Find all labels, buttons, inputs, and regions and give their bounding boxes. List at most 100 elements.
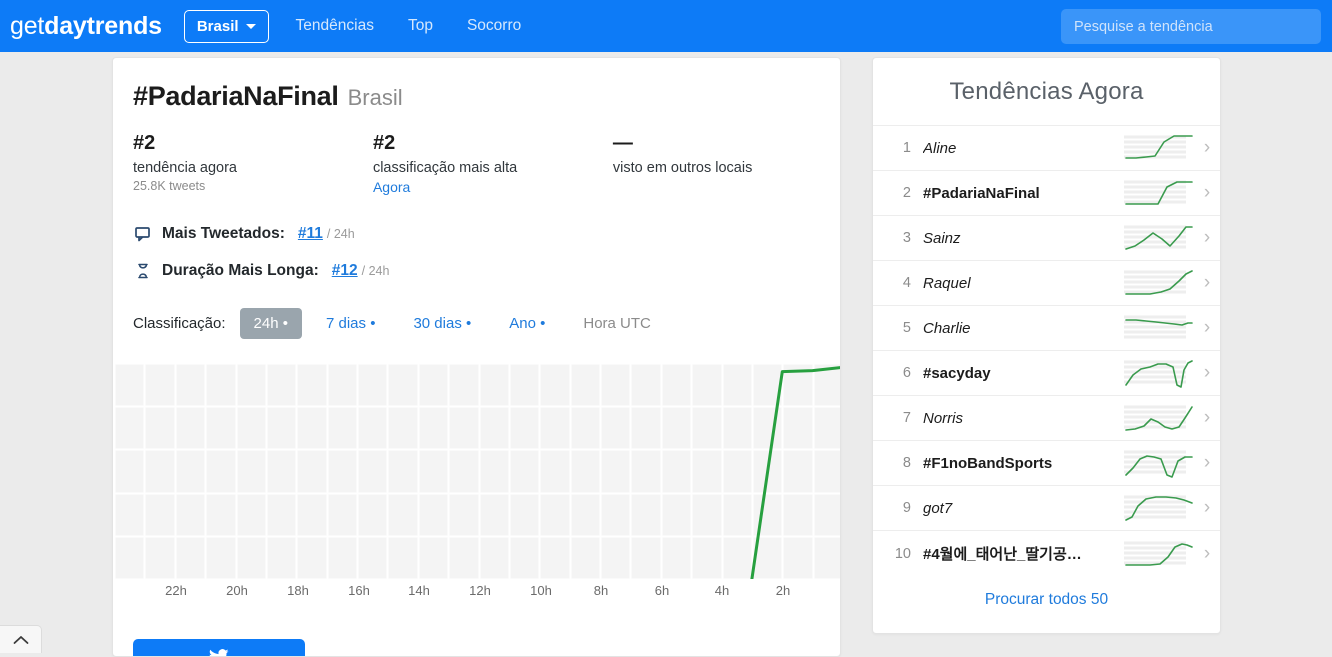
list-item-label: got7 (923, 500, 1124, 517)
rank-period-most-tweeted: / 24h (327, 227, 355, 241)
sparkline-icon (1124, 222, 1194, 254)
sparkline-icon (1124, 267, 1194, 299)
nav-link-socorro[interactable]: Socorro (467, 17, 521, 35)
list-item-label: Sainz (923, 230, 1124, 247)
list-item[interactable]: 8#F1noBandSports› (873, 441, 1220, 486)
list-item-label: #F1noBandSports (923, 455, 1124, 472)
search-input[interactable] (1061, 9, 1321, 44)
comment-icon (133, 224, 153, 244)
tab-ano[interactable]: Ano • (495, 308, 559, 339)
list-item-rank: 5 (885, 320, 911, 336)
list-item[interactable]: 10 #4월에_태어난_딸기공… › (873, 531, 1220, 576)
chart-x-tick: 4h (715, 583, 729, 598)
trending-now-card: Tendências Agora 1Aline›2#PadariaNaFinal… (872, 57, 1221, 634)
stat-current-rank-label: tendência agora (133, 160, 373, 176)
chart-x-tick: 12h (469, 583, 491, 598)
trending-now-title: Tendências Agora (873, 58, 1220, 126)
chart-svg (114, 363, 841, 579)
chevron-right-icon: › (1194, 137, 1220, 159)
nav-link-tendencias[interactable]: Tendências (296, 17, 374, 35)
stat-highest-rank-time-link[interactable]: Agora (373, 179, 410, 195)
list-item-rank: 9 (885, 500, 911, 516)
sparkline-icon (1124, 447, 1194, 479)
classification-label: Classificação: (133, 315, 226, 332)
list-item-label: Aline (923, 140, 1124, 157)
sparkline-icon (1124, 402, 1194, 434)
logo-text-daytrends: daytrends (44, 12, 162, 40)
list-item[interactable]: 1 Aline › (873, 126, 1220, 171)
chart-x-tick: 2h (776, 583, 790, 598)
scroll-to-top-button[interactable] (0, 625, 42, 653)
stat-highest-rank: #2 classificação mais alta Agora (373, 131, 613, 197)
list-item-rank: 3 (885, 230, 911, 246)
tab-30-dias[interactable]: 30 dias • (399, 308, 485, 339)
classification-tabs: Classificação: 24h • 7 dias • 30 dias • … (133, 308, 840, 339)
trend-stats: #2 tendência agora 25.8K tweets #2 class… (133, 131, 840, 197)
tweet-share-button[interactable] (133, 639, 305, 657)
list-item-label: Charlie (923, 320, 1124, 337)
trending-now-footer: Procurar todos 50 (873, 576, 1220, 624)
rank-label-most-tweeted: Mais Tweetados: (162, 225, 285, 243)
chevron-down-icon (246, 24, 256, 29)
logo-text-get: get (10, 12, 44, 40)
chart-x-tick: 6h (655, 583, 669, 598)
list-item-rank: 4 (885, 275, 911, 291)
sparkline-icon (1124, 492, 1194, 524)
list-item-rank: 1 (885, 140, 911, 156)
chevron-right-icon: › (1194, 497, 1220, 519)
list-item-label: Raquel (923, 275, 1124, 292)
list-item-rank: 6 (885, 365, 911, 381)
chart-x-axis: 22h20h18h16h14h12h10h8h6h4h2h (114, 583, 841, 607)
rank-row-longest-duration: Duração Mais Longa: #12 / 24h (133, 261, 840, 281)
rank-label-longest-duration: Duração Mais Longa: (162, 262, 319, 280)
list-item-rank: 10 (885, 546, 911, 562)
stat-current-rank-value: #2 (133, 131, 373, 156)
tab-7-dias[interactable]: 7 dias • (312, 308, 389, 339)
chevron-right-icon: › (1194, 407, 1220, 429)
sparkline-icon (1124, 312, 1194, 344)
rank-row-most-tweeted: Mais Tweetados: #11 / 24h (133, 224, 840, 244)
chevron-right-icon: › (1194, 227, 1220, 249)
list-item-label: #sacyday (923, 365, 1124, 382)
chevron-right-icon: › (1194, 182, 1220, 204)
trend-location: Brasil (348, 85, 403, 111)
sparkline-icon (1124, 177, 1194, 209)
sparkline-icon (1124, 132, 1194, 164)
stat-tweet-count: 25.8K tweets (133, 179, 373, 193)
sparkline-icon (1124, 357, 1194, 389)
list-item-label: #4월에_태어난_딸기공… (923, 543, 1124, 564)
rank-value-longest-duration[interactable]: #12 (332, 262, 358, 280)
list-item[interactable]: 7Norris› (873, 396, 1220, 441)
hourglass-icon (133, 261, 153, 281)
primary-nav: Tendências Top Socorro (296, 17, 522, 35)
chevron-right-icon: › (1194, 362, 1220, 384)
list-item[interactable]: 3 Sainz › (873, 216, 1220, 261)
list-item[interactable]: 2#PadariaNaFinal› (873, 171, 1220, 216)
list-item[interactable]: 5 Charlie › (873, 306, 1220, 351)
chart-x-tick: 20h (226, 583, 248, 598)
list-item-label: #PadariaNaFinal (923, 185, 1124, 202)
site-logo[interactable]: getdaytrends (10, 12, 162, 41)
nav-link-top[interactable]: Top (408, 17, 433, 35)
chart-x-tick: 10h (530, 583, 552, 598)
list-item[interactable]: 4 Raquel › (873, 261, 1220, 306)
chevron-right-icon: › (1194, 452, 1220, 474)
browse-all-link[interactable]: Procurar todos 50 (985, 591, 1108, 609)
chevron-right-icon: › (1194, 272, 1220, 294)
sparkline-icon (1124, 538, 1194, 570)
chevron-right-icon: › (1194, 543, 1220, 565)
top-navbar: getdaytrends Brasil Tendências Top Socor… (0, 0, 1332, 52)
list-item[interactable]: 9 got7 › (873, 486, 1220, 531)
chart-x-tick: 22h (165, 583, 187, 598)
stat-highest-rank-value: #2 (373, 131, 613, 156)
chart-plot-area (114, 363, 841, 579)
list-item[interactable]: 6 #sacyday › (873, 351, 1220, 396)
chevron-right-icon: › (1194, 317, 1220, 339)
rank-value-most-tweeted[interactable]: #11 (298, 225, 323, 243)
tab-24h[interactable]: 24h • (240, 308, 302, 339)
stat-seen-elsewhere: — visto em outros locais (613, 131, 840, 197)
stat-current-rank: #2 tendência agora 25.8K tweets (133, 131, 373, 197)
stat-highest-rank-label: classificação mais alta (373, 160, 613, 176)
rank-metrics: Mais Tweetados: #11 / 24h Duração Mais L… (133, 224, 840, 281)
country-selector-button[interactable]: Brasil (184, 10, 269, 43)
